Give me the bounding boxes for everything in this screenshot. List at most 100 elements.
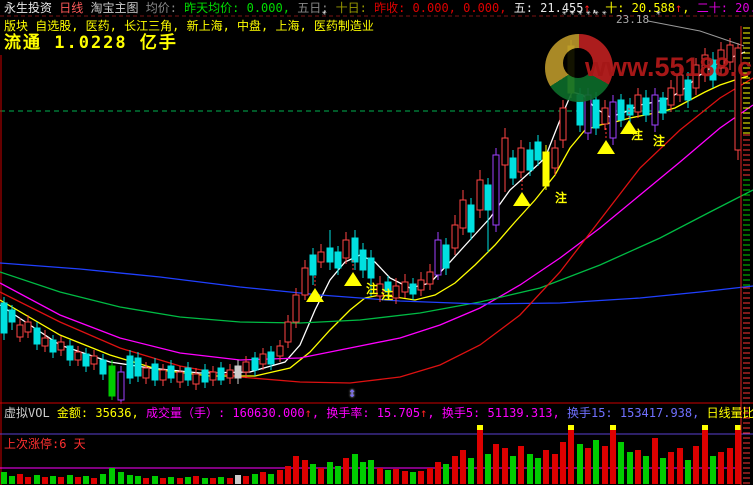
volume-bar: [227, 478, 233, 484]
buy-triangle-icon: [344, 272, 362, 286]
zhu-annotation-label: 注: [381, 288, 394, 302]
candle-body-cy: [484, 184, 492, 211]
volume-info-line: 虚拟VOL 金额: 35636, 成交量（手）: 160630.000↑, 换手…: [4, 406, 753, 420]
volume-bar: [67, 475, 73, 484]
candle-body-rh: [342, 239, 350, 259]
event-asterisk-icon: ✳: [570, 8, 575, 17]
candle-body-rh: [501, 137, 509, 166]
ma-line-magenta-ma20: [0, 104, 753, 361]
volume-bar: [152, 476, 158, 484]
volume-bar: [143, 478, 149, 484]
candle-body-cy: [49, 339, 57, 353]
volume-bar: [34, 475, 40, 484]
ma-line-yellow-ma10: [0, 75, 749, 377]
watermark: www.55188.com: [545, 34, 753, 108]
vol-info-segment: ,: [427, 406, 442, 420]
volume-bar: [577, 444, 583, 484]
candle-body-cy: [509, 157, 517, 179]
vol-info-segment: 虚拟VOL: [4, 406, 57, 420]
candle-body-rh: [159, 369, 167, 381]
volume-bar: [75, 477, 81, 484]
candle-body-cy: [526, 149, 534, 171]
volume-bar: [368, 460, 374, 484]
buy-triangle-icon: [597, 140, 615, 154]
candle-body-rh: [90, 355, 98, 365]
volume-bar: [727, 448, 733, 484]
volume-bar: [17, 474, 23, 484]
volume-bar: [377, 468, 383, 484]
volume-bar: [210, 478, 216, 484]
volume-bar: [660, 458, 666, 484]
header-segment: 日线: [59, 1, 91, 15]
candle-body-rh: [401, 281, 409, 293]
candle-body-cy: [201, 369, 209, 383]
volume-bar: [352, 454, 358, 484]
candle-body-cy: [359, 249, 367, 271]
candle-body-rh: [551, 147, 559, 169]
volume-bar: [527, 454, 533, 484]
candle-body-cy: [217, 367, 225, 381]
candle-body-rh: [192, 373, 200, 385]
candle-body-rh: [209, 371, 217, 381]
volume-bar: [402, 471, 408, 484]
candle-body-cy: [534, 141, 542, 161]
vol-info-segment: 换手5: 51139.313,: [441, 406, 567, 420]
candle-body-rh: [24, 321, 32, 333]
candle-body-cy: [167, 365, 175, 379]
header-segment: 均价:: [145, 1, 185, 15]
volume-bar: [268, 474, 274, 484]
volume-bar: [310, 464, 316, 484]
volume-bar: [535, 458, 541, 484]
event-asterisk-icon: ✳: [562, 8, 567, 17]
header-segment: 五日:: [297, 1, 336, 15]
event-asterisk-icon: ✳: [322, 8, 327, 17]
volume-bar: [160, 478, 166, 484]
volume-bar: [677, 448, 683, 484]
candle-body-rh: [74, 351, 82, 361]
event-asterisk-icon: ✳: [586, 8, 591, 17]
header-segment: 永生投资: [4, 1, 60, 15]
volume-bar: [127, 475, 133, 484]
volume-bar: [135, 476, 141, 484]
volume-bar: [177, 478, 183, 484]
float-shares-text: 流通 1.0228 亿手: [4, 33, 178, 53]
volume-bar: [25, 477, 31, 484]
volume-bar: [635, 450, 641, 484]
stock-chart-window: www.55188.com 永生投资 日线 淘宝主图 均价: 昨天均价: 0.0…: [0, 0, 753, 485]
vol-info-segment: ↑: [304, 406, 312, 420]
volume-bar: [385, 470, 391, 484]
candle-body-rh: [301, 267, 309, 296]
volume-bar: [83, 476, 89, 484]
volume-bar: [710, 456, 716, 484]
volume-bar-clip-tip: [610, 425, 616, 430]
candle-body-cy: [151, 363, 159, 381]
candle-body-rh: [41, 337, 49, 347]
candle-body-yl: [542, 151, 550, 187]
volume-bar: [335, 466, 341, 484]
candle-body-rh: [259, 353, 267, 365]
vol-info-segment: 日线量比:: [706, 406, 753, 420]
event-asterisk-icon: ✳: [602, 8, 607, 17]
volume-bar: [218, 477, 224, 484]
volume-bar: [277, 470, 283, 484]
volume-bar: [718, 452, 724, 484]
volume-bar: [109, 468, 115, 484]
candle-body-rh: [317, 251, 325, 263]
ma-line-green-ma30: [0, 189, 753, 324]
volume-bar: [252, 474, 258, 484]
volume-bar: [477, 425, 483, 484]
volume-bar: [410, 472, 416, 484]
candle-body-cy: [126, 355, 134, 379]
volume-bar: [693, 446, 699, 484]
volume-bar: [510, 456, 516, 484]
volume-bar: [560, 442, 566, 484]
volume-bar: [735, 425, 741, 484]
candle-body-rh: [476, 179, 484, 211]
candle-body-cy: [66, 345, 74, 361]
resize-cursor-icon[interactable]: ↕: [348, 385, 356, 401]
volume-bar: [702, 425, 708, 484]
event-asterisk-icon: ✳: [656, 8, 661, 17]
volume-bar: [50, 476, 56, 484]
candle-body-cy: [251, 357, 259, 371]
volume-bar: [9, 476, 15, 484]
